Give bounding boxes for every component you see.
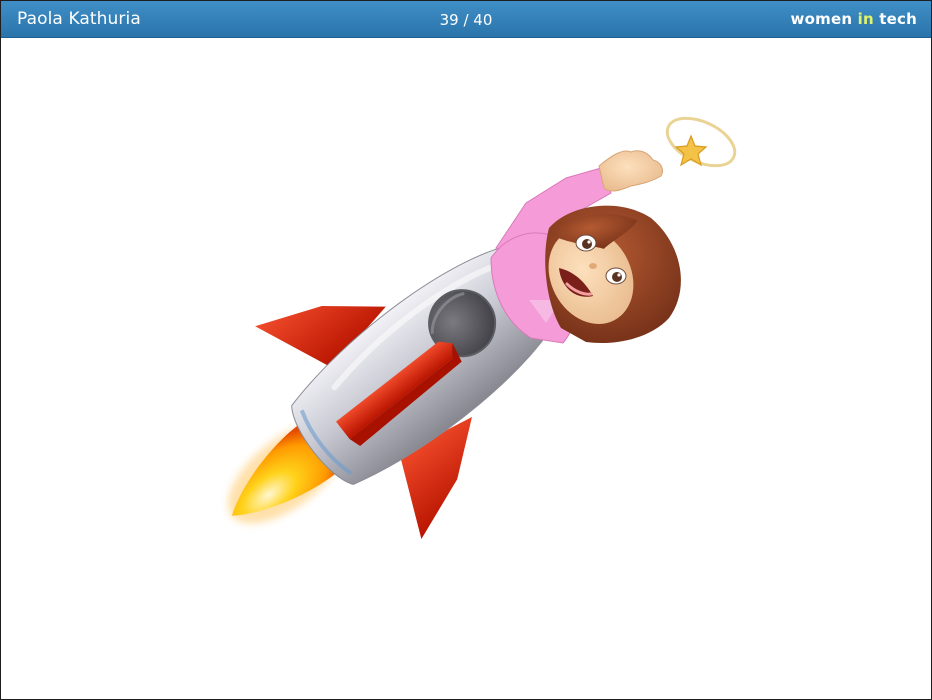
woman-riding-rocket-emoji-icon	[228, 116, 737, 540]
current-slide-number: 39	[439, 11, 459, 29]
total-slide-count: 40	[473, 11, 493, 29]
presentation-frame: Paola Kathuria 39 / 40 women in tech	[0, 0, 932, 700]
women-in-tech-logo: women in tech	[790, 10, 917, 28]
slide-counter-separator: /	[458, 11, 474, 29]
slide-content	[1, 38, 931, 699]
slide-header-bar: Paola Kathuria 39 / 40 women in tech	[1, 1, 931, 38]
